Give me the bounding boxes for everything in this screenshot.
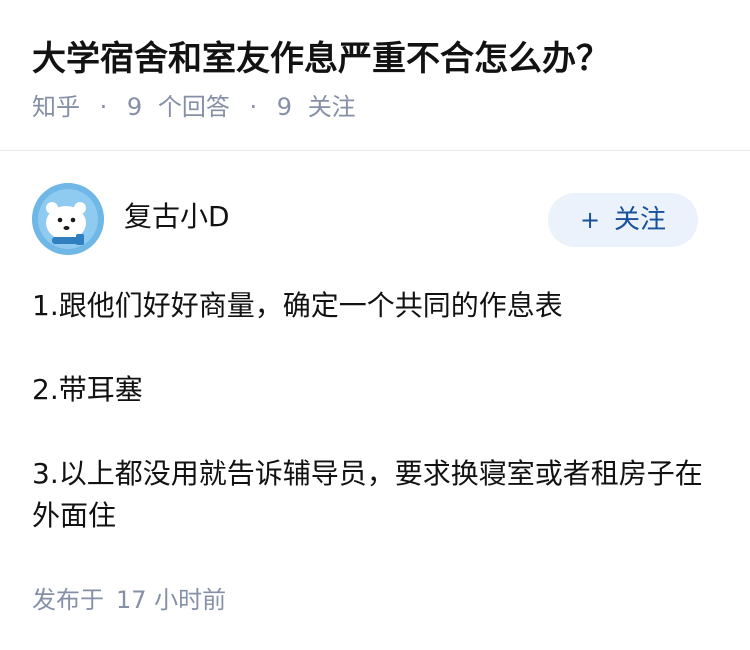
question-meta: 知乎 · 9 个回答 · 9 关注 [32,90,718,124]
polar-bear-avatar-icon[interactable] [32,183,104,255]
source-label[interactable]: 知乎 [32,93,80,121]
answer-content: 1.跟他们好好商量，确定一个共同的作息表 2.带耳塞 3.以上都没用就告诉辅导员… [32,285,718,537]
answer-card: 复古小D + 关注 1.跟他们好好商量，确定一个共同的作息表 2.带耳塞 3.以上… [0,151,750,537]
followers-count[interactable]: 9 [277,93,292,121]
meta-separator-dot: · [99,93,108,121]
publish-time: 发布于 17 小时前 [32,584,226,616]
publish-time-value: 17 小时前 [116,586,227,614]
author-row: 复古小D + 关注 [32,151,718,269]
answer-paragraph: 3.以上都没用就告诉辅导员，要求换寝室或者租房子在外面住 [32,457,703,532]
author-name[interactable]: 复古小D [124,199,230,235]
follow-button[interactable]: + 关注 [548,193,698,247]
followers-label[interactable]: 关注 [308,93,356,121]
plus-icon: + [579,206,601,234]
publish-prefix: 发布于 [32,586,104,614]
follow-button-label: 关注 [614,205,667,235]
answers-count[interactable]: 9 [127,93,142,121]
question-header: 大学宿舍和室友作息严重不合怎么办？ 知乎 · 9 个回答 · 9 关注 [0,0,750,121]
answer-paragraph: 2.带耳塞 [32,373,143,406]
question-title[interactable]: 大学宿舍和室友作息严重不合怎么办？ [32,36,718,82]
answer-paragraph: 1.跟他们好好商量，确定一个共同的作息表 [32,289,563,322]
meta-separator-dot: · [249,93,258,121]
answer-page: 大学宿舍和室友作息严重不合怎么办？ 知乎 · 9 个回答 · 9 关注 复古小D… [0,0,750,650]
answers-label[interactable]: 个回答 [158,93,230,121]
